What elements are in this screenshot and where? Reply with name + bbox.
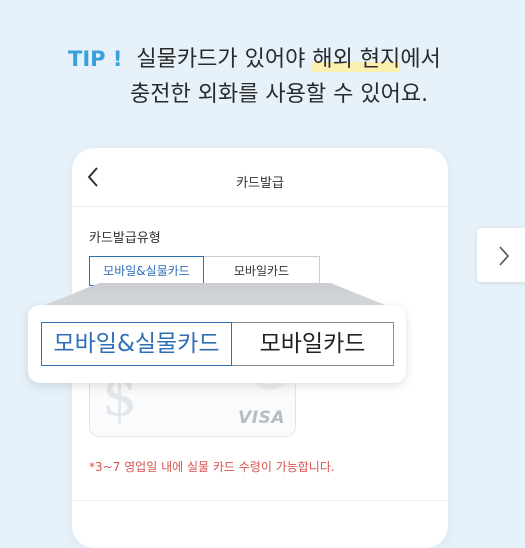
magnified-option-mobile-physical[interactable]: 모바일&실물카드: [41, 322, 232, 366]
delivery-notice: *3~7 영업일 내에 실물 카드 수령이 가능합니다.: [89, 460, 335, 474]
visa-logo: VISA: [238, 408, 285, 428]
tip-text-prefix: 실물카드가 있어야: [136, 47, 313, 72]
next-button[interactable]: [477, 228, 525, 282]
magnified-option-mobile-only[interactable]: 모바일카드: [232, 323, 393, 365]
card-type-label: 카드발급유형: [89, 231, 161, 246]
tip-line-1: TIP ! 실물카드가 있어야 해외 현지에서: [68, 44, 441, 75]
phone-header: 카드발급: [72, 148, 448, 207]
magnifier-connector: [40, 283, 390, 307]
magnified-segment: 모바일&실물카드 모바일카드: [41, 322, 394, 366]
magnifier-callout: 모바일&실물카드 모바일카드: [28, 305, 406, 383]
page-title: 카드발급: [236, 176, 284, 191]
tip-line-2: 충전한 외화를 사용할 수 있어요.: [130, 82, 429, 107]
tip-label: TIP !: [68, 47, 123, 71]
tip-text-suffix: 에서: [400, 47, 441, 72]
divider: [72, 500, 448, 501]
tip-text-highlight: 해외 현지: [312, 47, 401, 72]
card-type-segment: 모바일&실물카드 모바일카드: [89, 256, 320, 286]
option-mobile-only[interactable]: 모바일카드: [204, 257, 319, 285]
chevron-right-icon: [499, 246, 510, 266]
option-mobile-physical[interactable]: 모바일&실물카드: [89, 256, 204, 286]
